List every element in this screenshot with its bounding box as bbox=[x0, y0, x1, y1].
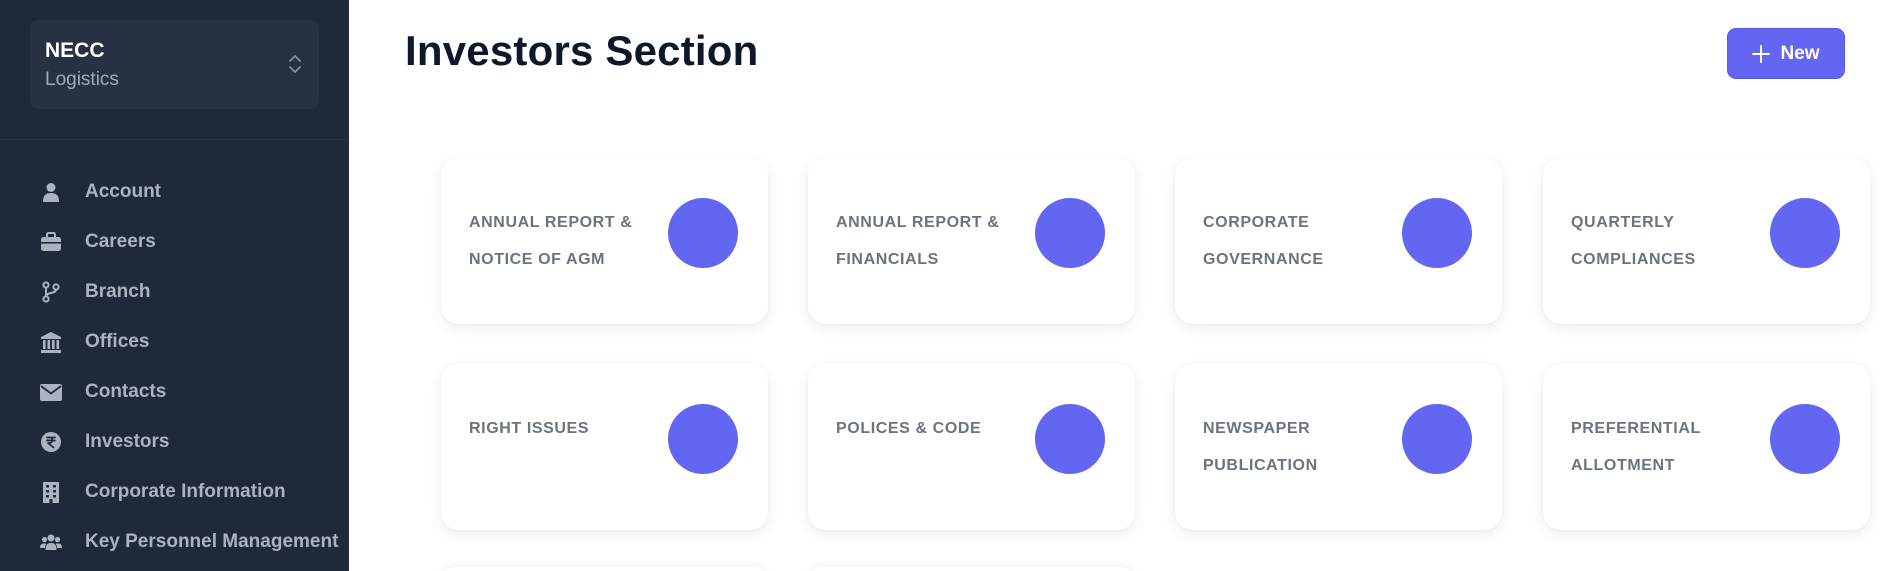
section-card-annual-report-financials[interactable]: ANNUAL REPORT & FINANCIALS bbox=[808, 158, 1135, 324]
sidebar-item-label: Investors bbox=[85, 431, 170, 452]
card-label: PREFERENTIAL ALLOTMENT bbox=[1571, 420, 1701, 474]
sidebar-item-label: Key Personnel Management bbox=[85, 531, 339, 552]
sidebar-item-contacts[interactable]: Contacts bbox=[0, 367, 349, 417]
envelope-icon bbox=[40, 381, 62, 403]
bank-building-icon bbox=[40, 331, 62, 353]
new-button-label: New bbox=[1780, 42, 1820, 64]
organization-name: NECC bbox=[45, 39, 105, 62]
sidebar-item-corporate-information[interactable]: Corporate Information bbox=[0, 467, 349, 517]
card-label: RIGHT ISSUES bbox=[469, 420, 590, 437]
sidebar-item-label: Careers bbox=[85, 231, 156, 252]
card-label: ANNUAL REPORT & NOTICE OF AGM bbox=[469, 214, 633, 268]
card-label: ANNUAL REPORT & FINANCIALS bbox=[836, 214, 1000, 268]
card-label: QUARTERLY COMPLIANCES bbox=[1571, 214, 1696, 268]
sidebar-item-offices[interactable]: Offices bbox=[0, 317, 349, 367]
sidebar-divider bbox=[0, 139, 349, 140]
card-icon-circle bbox=[668, 198, 738, 268]
sidebar: NECC Logistics Account Careers Branch Of… bbox=[0, 0, 349, 571]
card-label: CORPORATE GOVERNANCE bbox=[1203, 214, 1324, 268]
page-title: Investors Section bbox=[405, 27, 759, 74]
section-card-right-issues[interactable]: RIGHT ISSUES bbox=[441, 364, 768, 530]
user-icon bbox=[40, 181, 62, 203]
card-label: POLICES & CODE bbox=[836, 420, 982, 437]
rupee-icon bbox=[40, 431, 62, 453]
card-icon-circle bbox=[1035, 198, 1105, 268]
section-card-quarterly-compliances[interactable]: QUARTERLY COMPLIANCES bbox=[1543, 158, 1870, 324]
sidebar-item-label: Offices bbox=[85, 331, 150, 352]
card-icon-circle bbox=[1402, 404, 1472, 474]
card-icon-circle bbox=[1035, 404, 1105, 474]
card-icon-circle bbox=[1770, 198, 1840, 268]
sidebar-item-label: Contacts bbox=[85, 381, 167, 402]
user-group-icon bbox=[40, 531, 62, 553]
sidebar-item-account[interactable]: Account bbox=[0, 167, 349, 217]
card-icon-circle bbox=[1402, 198, 1472, 268]
card-label: NEWSPAPER PUBLICATION bbox=[1203, 420, 1318, 474]
sidebar-item-investors[interactable]: Investors bbox=[0, 417, 349, 467]
briefcase-icon bbox=[40, 231, 62, 253]
section-card-polices-code[interactable]: POLICES & CODE bbox=[808, 364, 1135, 530]
new-button[interactable]: New bbox=[1727, 28, 1845, 79]
sidebar-item-careers[interactable]: Careers bbox=[0, 217, 349, 267]
section-card-preferential-allotment[interactable]: PREFERENTIAL ALLOTMENT bbox=[1543, 364, 1870, 530]
section-card-corporate-governance[interactable]: CORPORATE GOVERNANCE bbox=[1175, 158, 1502, 324]
plus-icon bbox=[1752, 44, 1771, 63]
sidebar-item-label: Branch bbox=[85, 281, 151, 302]
sidebar-item-label: Corporate Information bbox=[85, 481, 286, 502]
office-building-icon bbox=[40, 481, 62, 503]
sidebar-item-branch[interactable]: Branch bbox=[0, 267, 349, 317]
card-icon-circle bbox=[1770, 404, 1840, 474]
organization-subtitle: Logistics bbox=[45, 69, 119, 90]
section-card-newspaper-publication[interactable]: NEWSPAPER PUBLICATION bbox=[1175, 364, 1502, 530]
card-icon-circle bbox=[668, 404, 738, 474]
git-branch-icon bbox=[40, 281, 62, 303]
sidebar-item-key-personnel-management[interactable]: Key Personnel Management bbox=[0, 517, 349, 567]
chevron-up-down-icon bbox=[289, 55, 301, 73]
section-card-partial bbox=[808, 567, 1135, 571]
section-card-annual-report-notice-agm[interactable]: ANNUAL REPORT & NOTICE OF AGM bbox=[441, 158, 768, 324]
section-card-partial bbox=[441, 567, 768, 571]
sidebar-item-label: Account bbox=[85, 181, 161, 202]
organization-switcher[interactable]: NECC Logistics bbox=[30, 20, 319, 109]
